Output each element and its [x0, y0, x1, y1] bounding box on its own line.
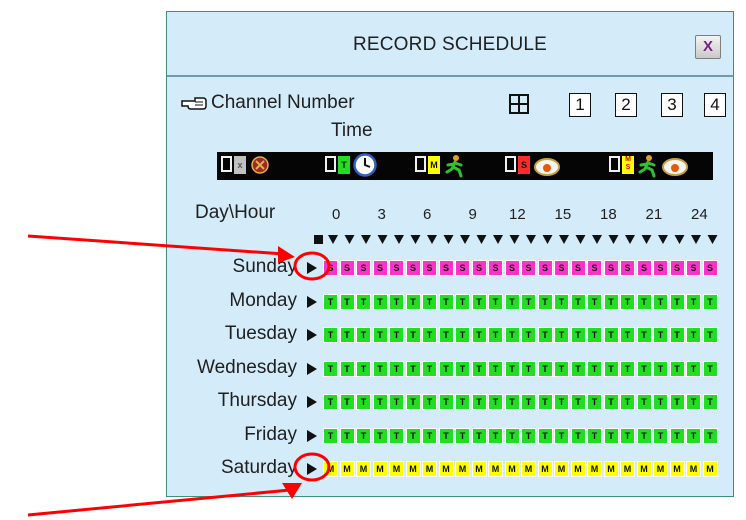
annotation-arrow-head — [278, 246, 295, 263]
annotation-arrow — [27, 488, 291, 517]
annotation-overlay — [27, 234, 331, 517]
annotation-circle — [293, 251, 331, 281]
annotation-arrow — [27, 234, 285, 256]
annotation-circle — [293, 452, 331, 482]
